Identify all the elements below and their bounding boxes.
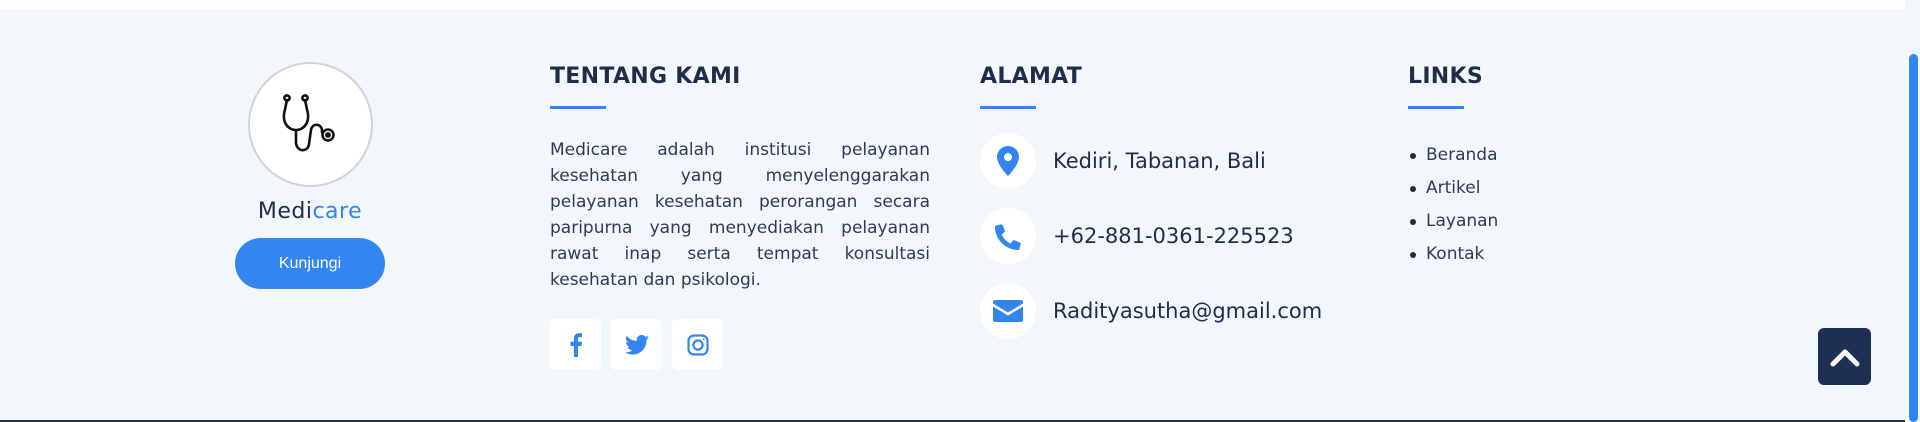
facebook-link[interactable] <box>550 319 601 370</box>
facebook-icon <box>570 332 582 357</box>
heading-underline <box>980 106 1036 109</box>
links-column: LINKS Beranda Artikel Layanan Kontak <box>1408 64 1608 271</box>
brand-column: Medicare Kunjungi <box>230 60 390 289</box>
twitter-link[interactable] <box>611 319 662 370</box>
about-text: Medicare adalah institusi pelayanan kese… <box>550 140 930 290</box>
page-top-strip <box>0 0 1905 10</box>
social-links <box>550 319 930 370</box>
stethoscope-icon <box>282 93 335 151</box>
brand-name-part2: care <box>312 199 363 224</box>
link-beranda[interactable]: Beranda <box>1408 139 1608 172</box>
brand-name: Medicare <box>230 199 390 224</box>
instagram-link[interactable] <box>672 319 723 370</box>
email-text: Radityasutha@gmail.com <box>1053 299 1323 323</box>
link-kontak[interactable]: Kontak <box>1408 238 1608 271</box>
phone-text: +62-881-0361-225523 <box>1053 224 1294 248</box>
contact-list: Kediri, Tabanan, Bali +62-881-0361-22552… <box>980 132 1380 340</box>
footer-links: Beranda Artikel Layanan Kontak <box>1408 139 1608 271</box>
scrollbar-thumb[interactable] <box>1909 54 1918 422</box>
heading-underline <box>1408 106 1464 109</box>
about-heading: TENTANG KAMI <box>550 64 741 89</box>
heading-underline <box>550 106 606 109</box>
link-layanan[interactable]: Layanan <box>1408 205 1608 238</box>
visit-button[interactable]: Kunjungi <box>235 238 385 289</box>
contact-email: Radityasutha@gmail.com <box>980 282 1380 340</box>
chevron-up-icon <box>1830 349 1859 366</box>
back-to-top-button[interactable] <box>1818 328 1871 385</box>
phone-icon <box>980 208 1036 264</box>
location-pin-icon <box>980 133 1036 189</box>
location-text: Kediri, Tabanan, Bali <box>1053 149 1266 173</box>
twitter-icon <box>624 334 649 354</box>
address-column: ALAMAT Kediri, Tabanan, Bali +62-881-036… <box>980 64 1380 340</box>
instagram-icon <box>686 333 709 356</box>
address-heading: ALAMAT <box>980 64 1083 89</box>
contact-location: Kediri, Tabanan, Bali <box>980 132 1380 190</box>
brand-logo[interactable] <box>247 62 373 187</box>
link-artikel[interactable]: Artikel <box>1408 172 1608 205</box>
envelope-icon <box>980 283 1036 339</box>
links-heading: LINKS <box>1408 64 1484 89</box>
contact-phone: +62-881-0361-225523 <box>980 207 1380 265</box>
about-column: TENTANG KAMI Medicare adalah institusi p… <box>550 64 930 370</box>
page-scrollbar[interactable] <box>1905 0 1920 422</box>
brand-name-part1: Medi <box>257 199 313 224</box>
